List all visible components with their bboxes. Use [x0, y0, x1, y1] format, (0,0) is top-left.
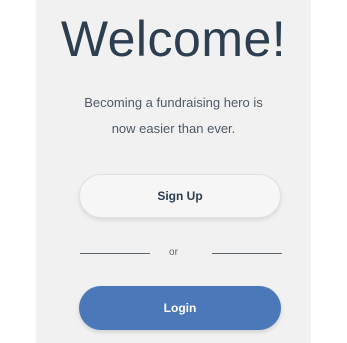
divider-or-text: or: [169, 247, 178, 258]
sign-up-button[interactable]: Sign Up: [79, 174, 281, 218]
subtitle-line-2: now easier than ever.: [111, 121, 236, 136]
welcome-subtitle: Becoming a fundraising hero is now easie…: [0, 90, 347, 142]
sign-up-button-label: Sign Up: [157, 189, 203, 203]
login-button[interactable]: Login: [79, 286, 281, 330]
login-button-label: Login: [163, 301, 197, 315]
divider-line-right: [212, 253, 282, 254]
subtitle-line-1: Becoming a fundraising hero is: [84, 95, 263, 110]
welcome-title: Welcome!: [60, 11, 287, 67]
